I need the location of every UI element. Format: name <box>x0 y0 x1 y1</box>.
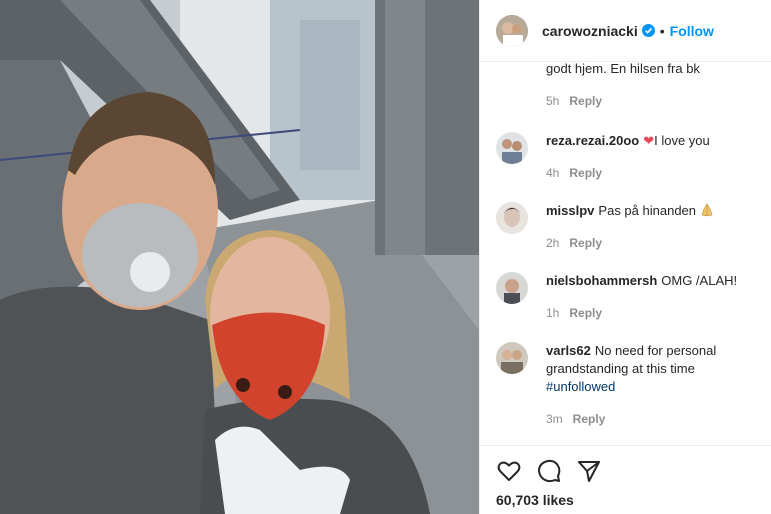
author-avatar[interactable] <box>496 14 528 47</box>
comment-meta: 1h Reply <box>546 306 602 320</box>
comment-meta: 5h Reply <box>546 94 602 108</box>
comment-content: misslpv Pas på hinanden <box>546 202 756 220</box>
likes-count[interactable]: 60,703 likes <box>496 492 574 508</box>
comment-meta: 3m Reply <box>546 412 605 426</box>
commenter-avatar[interactable] <box>496 342 528 374</box>
heart-outline-icon[interactable] <box>496 458 522 484</box>
comment-time: 1h <box>546 306 560 320</box>
author-username[interactable]: carowozniacki <box>542 23 638 39</box>
commenter-avatar[interactable] <box>496 132 528 164</box>
comment-time: 5h <box>546 94 560 108</box>
post-header: carowozniacki • Follow <box>480 0 771 62</box>
comment-username[interactable]: reza.rezai.20oo <box>546 133 639 148</box>
post-panel: carowozniacki • Follow godt hjem. En hil… <box>479 0 771 514</box>
post-photo[interactable] <box>0 0 479 514</box>
share-icon[interactable] <box>576 458 602 484</box>
comment-meta: 2h Reply <box>546 236 602 250</box>
comment-username[interactable]: misslpv <box>546 203 594 218</box>
comment-username[interactable]: nielsbohammersh <box>546 273 657 288</box>
separator-dot: • <box>659 22 665 39</box>
reply-button[interactable]: Reply <box>569 166 602 180</box>
post-photo-illustration <box>0 0 479 514</box>
comment-text: godt hjem. En hilsen fra bk <box>546 62 700 76</box>
hashtag-link[interactable]: #unfollowed <box>546 379 615 394</box>
comment-text: OMG /ALAH! <box>661 273 738 288</box>
commenter-avatar[interactable] <box>496 272 528 304</box>
follow-button[interactable]: Follow <box>670 23 714 39</box>
comment-content: varls62 No need for personal grandstandin… <box>546 342 756 396</box>
reply-button[interactable]: Reply <box>569 236 602 250</box>
post-actions: 60,703 likes <box>480 445 771 514</box>
comment-time: 4h <box>546 166 560 180</box>
comment-icon[interactable] <box>536 458 562 484</box>
verified-badge-icon <box>641 24 655 37</box>
comment-content: reza.rezai.20oo ❤I love you <box>546 132 756 150</box>
comment-meta: 4h Reply <box>546 166 602 180</box>
comment-text: Pas på hinanden <box>598 203 697 218</box>
reply-button[interactable]: Reply <box>569 94 602 108</box>
comment-text: I love you <box>654 133 710 148</box>
folded-hands-icon <box>700 203 714 218</box>
commenter-avatar[interactable] <box>496 202 528 234</box>
comment-content: nielsbohammersh OMG /ALAH! <box>546 272 756 290</box>
comment-username[interactable]: varls62 <box>546 343 591 358</box>
comments-list[interactable]: godt hjem. En hilsen fra bk 5h Reply reza… <box>480 62 771 445</box>
red-heart-icon: ❤ <box>643 133 655 148</box>
comment-time: 2h <box>546 236 560 250</box>
comment-time: 3m <box>546 412 563 426</box>
reply-button[interactable]: Reply <box>573 412 606 426</box>
reply-button[interactable]: Reply <box>569 306 602 320</box>
